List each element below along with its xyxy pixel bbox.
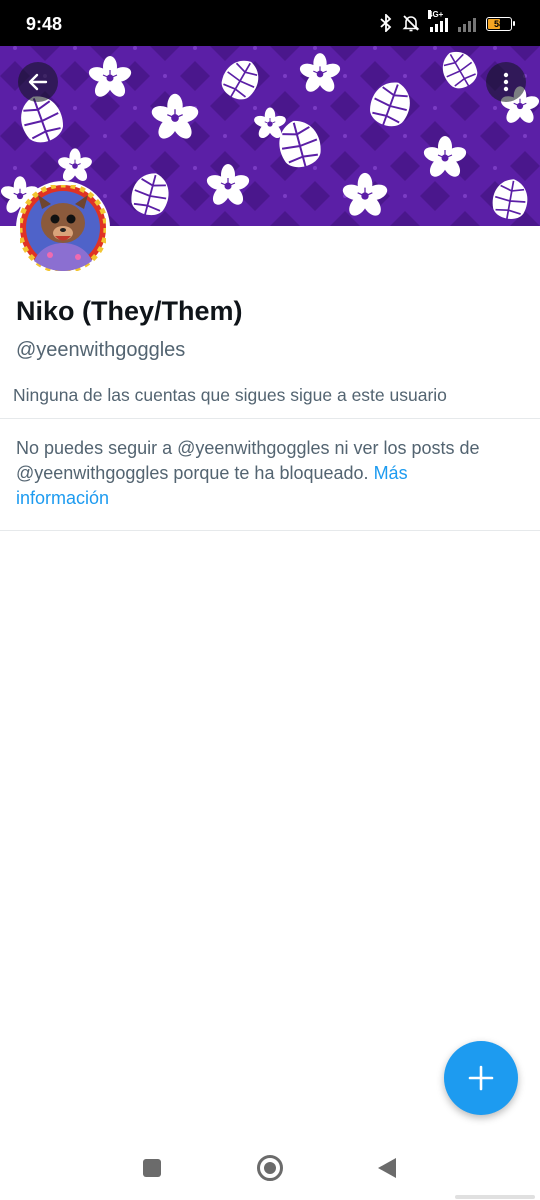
blocked-notice-text: No puedes seguir a @yeenwithgoggles ni v… [16,438,480,483]
compose-post-button[interactable] [444,1041,518,1115]
status-bar: 9:48 4G+ 58 [0,0,540,46]
network-type: 4G+ [428,10,444,19]
back-icon[interactable] [378,1158,396,1178]
back-button[interactable] [18,62,58,102]
status-icons: 4G+ 58 [380,10,515,35]
home-indicator [455,1195,535,1199]
battery-icon: 58 [486,17,515,31]
battery-level: 58 [493,19,504,29]
signal-weak-icon [458,16,476,32]
recents-icon[interactable] [143,1159,161,1177]
avatar-image [17,182,109,274]
signal-icon: 4G+ [428,10,448,32]
more-options-button[interactable] [486,62,526,102]
username-handle: @yeenwithgoggles [16,339,186,361]
divider [0,418,540,419]
bell-muted-icon [402,14,420,35]
blocked-notice: No puedes seguir a @yeenwithgoggles ni v… [16,436,496,511]
arrow-left-icon [28,73,48,91]
system-nav-bar [0,1140,540,1200]
bluetooth-icon [380,12,392,35]
divider [0,530,540,531]
plus-icon [468,1065,494,1091]
home-icon[interactable] [257,1155,283,1181]
display-name: Niko (They/Them) [16,296,243,326]
status-time: 9:48 [26,14,63,34]
avatar[interactable] [16,181,110,275]
more-vertical-icon [503,72,509,92]
followers-you-know-text: Ninguna de las cuentas que sigues sigue … [13,385,447,405]
